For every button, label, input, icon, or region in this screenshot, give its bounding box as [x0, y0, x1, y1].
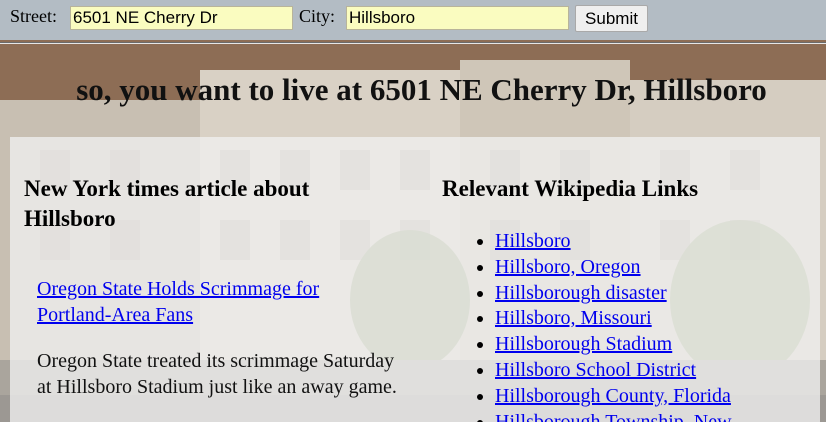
street-label: Street: — [10, 6, 57, 26]
wiki-link[interactable]: Hillsboro, Missouri — [495, 307, 652, 329]
address-form: Street: City: Submit — [0, 0, 826, 40]
wiki-link[interactable]: Hillsboro, Oregon — [495, 256, 641, 278]
wiki-link[interactable]: Hillsborough disaster — [495, 282, 667, 304]
wiki-link[interactable]: Hillsboro — [495, 230, 571, 252]
wiki-section: Relevant Wikipedia Links Hillsboro Hills… — [442, 174, 822, 422]
list-item: Hillsborough disaster — [495, 281, 822, 307]
list-item: Hillsboro — [495, 229, 822, 255]
list-item: Hillsborough Stadium — [495, 332, 822, 358]
nyt-heading: New York times article about Hillsboro — [24, 176, 310, 231]
wiki-link[interactable]: Hillsboro School District — [495, 359, 696, 381]
city-label: City: — [299, 6, 336, 26]
submit-button[interactable]: Submit — [575, 5, 648, 32]
nyt-section: New York times article about Hillsboro O… — [24, 174, 404, 400]
list-item: Hillsboro, Missouri — [495, 306, 822, 332]
city-input[interactable] — [346, 6, 569, 30]
divider — [0, 42, 826, 44]
wiki-heading: Relevant Wikipedia Links — [442, 176, 699, 201]
wiki-link[interactable]: Hillsborough Stadium — [495, 333, 672, 355]
wiki-link-list: Hillsboro Hillsboro, Oregon Hillsborough… — [442, 229, 822, 422]
street-input[interactable] — [70, 6, 293, 30]
wiki-link[interactable]: Hillsborough County, Florida — [495, 385, 731, 407]
page-title: so, you want to live at 6501 NE Cherry D… — [76, 72, 767, 107]
list-item: Hillsboro, Oregon — [495, 255, 822, 281]
article-link[interactable]: Oregon State Holds Scrimmage for Portlan… — [37, 276, 377, 328]
article-snippet: Oregon State treated its scrimmage Satur… — [37, 350, 397, 398]
list-item: Hillsboro School District — [495, 358, 822, 384]
list-item: Hillsborough County, Florida — [495, 384, 822, 410]
list-item: Hillsborough Township, New — [495, 410, 822, 422]
wiki-link[interactable]: Hillsborough Township, New — [495, 411, 732, 422]
